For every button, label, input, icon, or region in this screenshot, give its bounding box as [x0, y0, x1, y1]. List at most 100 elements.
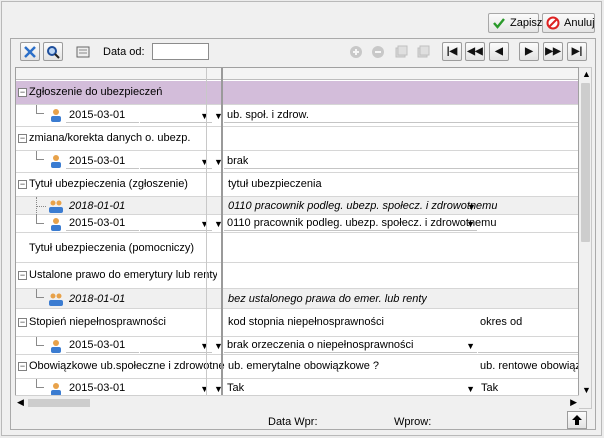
date-field[interactable]: 2015-03-01: [66, 338, 139, 353]
group-title: Obowiązkowe ub.społeczne i zdrowotne: [29, 360, 225, 372]
window: Zapisz Anuluj Data od: |◀ ◀◀ ◀ ▶ ▶▶ ▶| −…: [1, 1, 602, 436]
collapse-icon[interactable]: −: [18, 318, 27, 327]
column-divider[interactable]: [221, 68, 223, 408]
person-icon: [48, 154, 64, 168]
detail-row[interactable]: 2015-03-01 ▼ ▼ brak orzeczenia o niepełn…: [16, 337, 578, 355]
scroll-right-icon[interactable]: ▶: [570, 397, 577, 408]
prev-page-icon: ◀◀: [467, 46, 483, 57]
pension-obligatory-select[interactable]: Tak ▼: [224, 381, 477, 396]
copy-button[interactable]: [391, 42, 411, 61]
date-from-input[interactable]: [152, 43, 209, 60]
group-row-pomocniczy[interactable]: Tytuł ubezpieczenia (pomocniczy): [16, 233, 578, 263]
tree-connector: [36, 289, 44, 298]
minus-icon: [372, 45, 384, 58]
collapse-icon[interactable]: −: [18, 271, 27, 280]
insurance-type-field[interactable]: ub. społ. i zdrow.: [224, 108, 578, 123]
scroll-down-icon[interactable]: ▼: [582, 385, 591, 395]
card-button[interactable]: [73, 42, 93, 61]
column-header: ub. rentowe obowiązkowe: [480, 360, 578, 372]
grid-header: [16, 68, 578, 80]
prev-page-button[interactable]: ◀◀: [465, 42, 485, 61]
date-dropdown[interactable]: ▼: [140, 338, 212, 353]
horizontal-scroll-thumb[interactable]: [28, 399, 90, 407]
dropdown-arrow-icon: ▼: [200, 157, 209, 167]
dropdown-arrow-icon[interactable]: ▼: [467, 202, 476, 212]
horizontal-scrollbar[interactable]: ◀ ▶: [15, 395, 579, 409]
date-from-label: Data od:: [103, 46, 145, 58]
vertical-scroll-thumb[interactable]: [581, 83, 590, 242]
date-dropdown[interactable]: ▼: [140, 381, 212, 396]
date-dropdown[interactable]: ▼: [140, 108, 212, 123]
next-page-button[interactable]: ▶▶: [543, 42, 563, 61]
date-dropdown[interactable]: ▼: [140, 154, 212, 169]
dropdown-arrow-icon: ▼: [200, 341, 209, 351]
history-date: 2018-01-01: [69, 293, 126, 305]
group-row-obowiazkowe[interactable]: − Obowiązkowe ub.społeczne i zdrowotne u…: [16, 355, 578, 379]
disability-code-select[interactable]: brak orzeczenia o niepełnosprawności ▼: [224, 338, 477, 353]
history-value: bez ustalonego prawa do emer. lub renty: [228, 293, 427, 305]
save-button[interactable]: Zapisz: [488, 13, 542, 33]
last-record-icon: ▶|: [571, 46, 583, 57]
period-from-field[interactable]: [478, 338, 578, 353]
data-tree-grid: − Zgłoszenie do ubezpieczeń 2015-03-01 ▼…: [15, 67, 579, 409]
vertical-scrollbar[interactable]: ▲ ▼: [579, 67, 592, 409]
history-row[interactable]: 2018-01-01 bez ustalonego prawa do emer.…: [16, 289, 578, 309]
scroll-left-icon[interactable]: ◀: [17, 397, 24, 408]
column-header: okres od: [480, 316, 523, 328]
dropdown-arrow-icon: ▼: [466, 219, 475, 229]
date-field[interactable]: 2015-03-01: [66, 154, 139, 169]
correction-value-field[interactable]: brak: [224, 154, 578, 169]
card-icon: [76, 46, 90, 57]
group-row-tytul[interactable]: − Tytuł ubezpieczenia (zgłoszenie) tytuł…: [16, 173, 578, 197]
remove-row-button[interactable]: [368, 42, 388, 61]
move-up-button[interactable]: [567, 411, 587, 429]
prev-record-icon: ◀: [495, 46, 503, 57]
history-row[interactable]: 2018-01-01 0110 pracownik podleg. ubezp.…: [16, 197, 578, 215]
last-record-button[interactable]: ▶|: [567, 42, 587, 61]
tools-button[interactable]: [20, 42, 40, 61]
prev-record-button[interactable]: ◀: [489, 42, 509, 61]
plus-icon: [350, 45, 362, 58]
group-row-zgloszenie[interactable]: − Zgłoszenie do ubezpieczeń: [16, 81, 578, 105]
date-field[interactable]: 2015-03-01: [66, 108, 139, 123]
wprow-label: Wprow:: [394, 416, 432, 428]
person-icon: [48, 382, 64, 396]
tree-connector: [36, 206, 46, 207]
date-dropdown[interactable]: ▼: [140, 216, 212, 231]
paste-button[interactable]: [413, 42, 433, 61]
first-record-button[interactable]: |◀: [442, 42, 462, 61]
next-record-icon: ▶: [525, 46, 533, 57]
collapse-icon[interactable]: −: [18, 180, 27, 189]
next-record-button[interactable]: ▶: [519, 42, 539, 61]
collapse-icon[interactable]: −: [18, 362, 27, 371]
main-panel: Data od: |◀ ◀◀ ◀ ▶ ▶▶ ▶| − Zgłoszenie do…: [10, 38, 596, 430]
date-field[interactable]: 2015-03-01: [66, 216, 139, 231]
dropdown-arrow-icon: ▼: [200, 219, 209, 229]
group-title: Tytuł ubezpieczenia (zgłoszenie): [29, 178, 188, 190]
next-page-icon: ▶▶: [545, 46, 561, 57]
tree-connector: [36, 151, 44, 160]
dropdown-arrow-icon: ▼: [466, 384, 475, 394]
date-field[interactable]: 2015-03-01: [66, 381, 139, 396]
search-button[interactable]: [43, 42, 63, 61]
tree-connector: [36, 379, 44, 388]
group-title: Tytuł ubezpieczenia (pomocniczy): [29, 242, 195, 254]
arrow-up-icon: [572, 415, 582, 425]
collapse-icon[interactable]: −: [18, 88, 27, 97]
scroll-up-icon[interactable]: ▲: [582, 69, 591, 79]
history-date: 2018-01-01: [69, 200, 126, 212]
insurance-title-select[interactable]: 0110 pracownik podleg. ubezp. społecz. i…: [224, 216, 496, 231]
detail-row[interactable]: 2015-03-01 ▼ ▼ ub. społ. i zdrow.: [16, 105, 578, 127]
disability-pension-obligatory-select[interactable]: Tak: [478, 381, 578, 396]
group-row-emerytura[interactable]: − Ustalone prawo do emerytury lub renty …: [16, 263, 578, 289]
column-header: tytuł ubezpieczenia: [228, 178, 322, 190]
group-row-zmiana[interactable]: − zmiana/korekta danych o. ubezp.: [16, 127, 578, 151]
group-row-niepelnosprawnosc[interactable]: − Stopień niepełnosprawności kod stopnia…: [16, 309, 578, 337]
cancel-button[interactable]: Anuluj: [542, 13, 595, 33]
column-header: ub. emerytalne obowiązkowe ?: [228, 360, 380, 372]
detail-row[interactable]: 2015-03-01 ▼ ▼ 0110 pracownik podleg. ub…: [16, 215, 578, 233]
add-row-button[interactable]: [346, 42, 366, 61]
group-person-icon: [48, 292, 64, 306]
detail-row[interactable]: 2015-03-01 ▼ ▼ brak: [16, 151, 578, 173]
collapse-icon[interactable]: −: [18, 134, 27, 143]
